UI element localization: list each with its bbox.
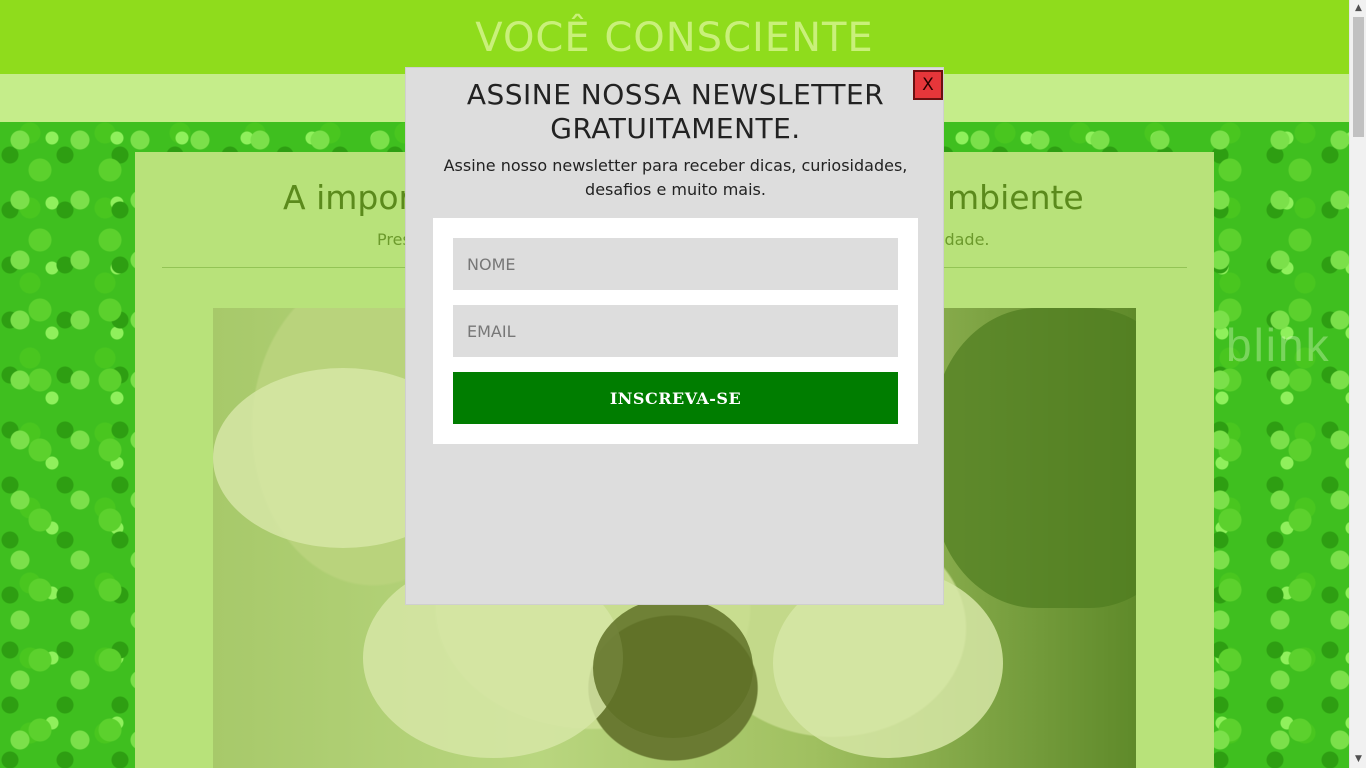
watermark-logo: blink <box>1226 319 1331 371</box>
article-subtitle-right: idade. <box>940 230 990 249</box>
modal-title: ASSINE NOSSA NEWSLETTER GRATUITAMENTE. <box>466 78 885 145</box>
sleeve-shape <box>933 308 1136 608</box>
page-background: VOCÊ CONSCIENTE blink A impor mbiente Pr… <box>0 0 1349 768</box>
modal-description: Assine nosso newsletter para receber dic… <box>443 156 908 199</box>
site-title: VOCÊ CONSCIENTE <box>475 15 874 61</box>
article-title-left: A impor <box>283 178 413 217</box>
article-title-right: mbiente <box>947 178 1084 217</box>
name-input[interactable] <box>453 238 898 290</box>
newsletter-modal: X ASSINE NOSSA NEWSLETTER GRATUITAMENTE.… <box>405 67 944 605</box>
vertical-scrollbar[interactable]: ▲ ▼ <box>1349 0 1366 768</box>
triangle-down-icon[interactable]: ▼ <box>1350 751 1366 768</box>
scrollbar-thumb[interactable] <box>1353 17 1364 137</box>
triangle-up-icon[interactable]: ▲ <box>1350 0 1366 17</box>
site-header: VOCÊ CONSCIENTE <box>0 0 1349 74</box>
email-input[interactable] <box>453 305 898 357</box>
newsletter-form: INSCREVA-SE <box>433 218 918 444</box>
soil-shape <box>593 598 753 738</box>
subscribe-button[interactable]: INSCREVA-SE <box>453 372 898 424</box>
